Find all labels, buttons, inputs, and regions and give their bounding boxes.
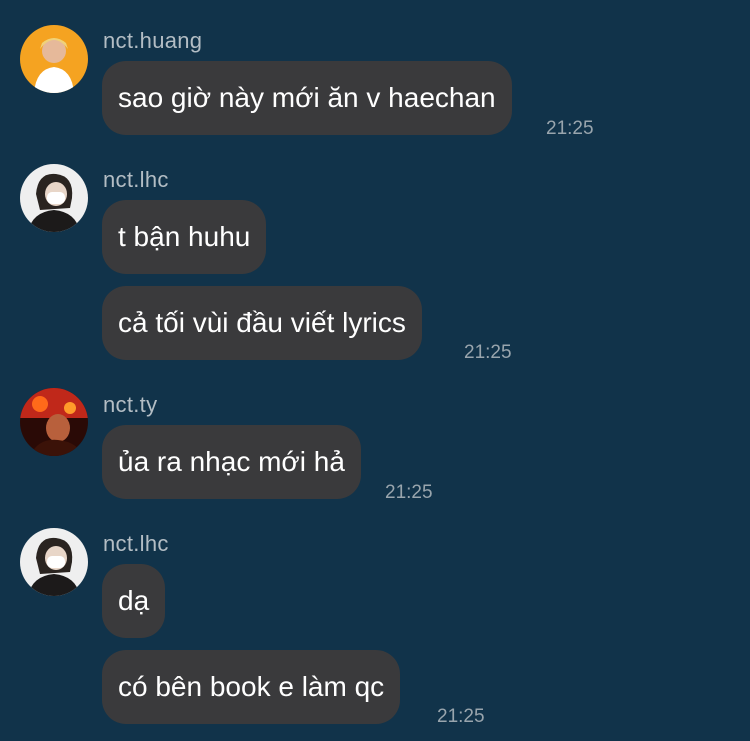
message-bubble[interactable]: sao giờ này mới ăn v haechan (102, 61, 512, 135)
avatar-nct-lhc[interactable] (20, 164, 88, 232)
message-bubble[interactable]: dạ (102, 564, 166, 638)
message-timestamp: 21:25 (385, 482, 433, 503)
message-timestamp: 21:25 (437, 706, 485, 727)
person-avatar-icon (20, 164, 88, 232)
avatar-nct-huang[interactable] (20, 25, 88, 93)
person-avatar-icon (20, 25, 88, 93)
message-bubble[interactable]: cả tối vùi đầu viết lyrics (102, 286, 422, 360)
message-timestamp: 21:25 (546, 118, 594, 139)
message-bubble[interactable]: t bận huhu (102, 200, 267, 274)
avatar-nct-lhc[interactable] (20, 528, 88, 596)
sender-name: nct.lhc (103, 531, 169, 556)
avatar-nct-ty[interactable] (20, 388, 88, 456)
person-avatar-icon (20, 528, 88, 596)
person-avatar-icon (20, 388, 88, 456)
message-bubble[interactable]: có bên book e làm qc (102, 650, 401, 724)
sender-name: nct.ty (103, 392, 158, 417)
message-bubble[interactable]: ủa ra nhạc mới hả (102, 425, 361, 499)
sender-name: nct.lhc (103, 167, 169, 192)
sender-name: nct.huang (103, 28, 203, 53)
message-timestamp: 21:25 (464, 342, 512, 363)
